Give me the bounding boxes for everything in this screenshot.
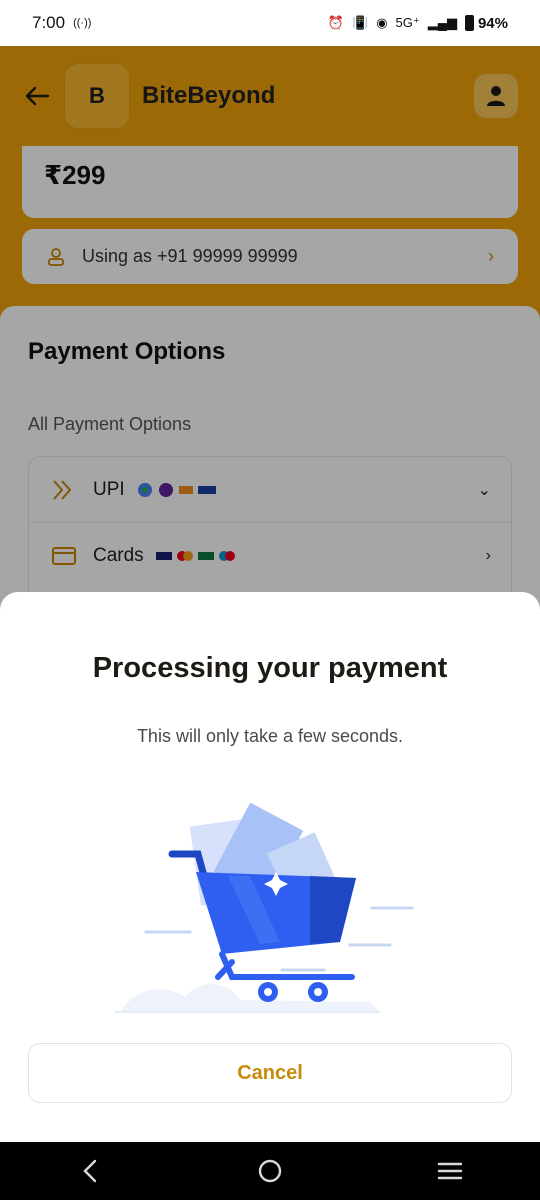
battery-label: 94%: [477, 14, 508, 32]
shopping-cart-icon: [115, 802, 414, 1013]
status-icons: ⏰ 📳 ◉ 5G⁺ ▂▄▆ 94%: [328, 15, 508, 32]
processing-modal: Processing your payment This will only t…: [0, 592, 540, 1142]
home-circle-icon: [258, 1159, 282, 1183]
signal-icon: ▂▄▆: [427, 15, 457, 30]
battery-icon: [464, 15, 474, 31]
nav-recents-button[interactable]: [420, 1151, 480, 1191]
modal-title: Processing your payment: [92, 652, 448, 684]
alarm-icon: ⏰: [327, 15, 344, 30]
nav-back-button[interactable]: [60, 1151, 120, 1191]
system-nav-bar: [0, 1142, 540, 1200]
wifi-icon: ◉: [376, 15, 388, 30]
network-label: 5G⁺: [395, 15, 420, 30]
cancel-button[interactable]: Cancel: [28, 1043, 512, 1103]
menu-lines-icon: [437, 1162, 463, 1180]
nav-home-button[interactable]: [240, 1151, 300, 1191]
modal-subtitle: This will only take a few seconds.: [136, 726, 404, 746]
hotspot-icon: ((·)): [73, 17, 92, 29]
back-chevron-icon: [83, 1159, 97, 1183]
status-bar: 7:00 ((·)) ⏰ 📳 ◉ 5G⁺ ▂▄▆ 94%: [0, 0, 540, 46]
battery-indicator: 94%: [464, 14, 508, 32]
vibrate-icon: 📳: [352, 15, 369, 30]
status-time: 7:00: [32, 13, 66, 32]
